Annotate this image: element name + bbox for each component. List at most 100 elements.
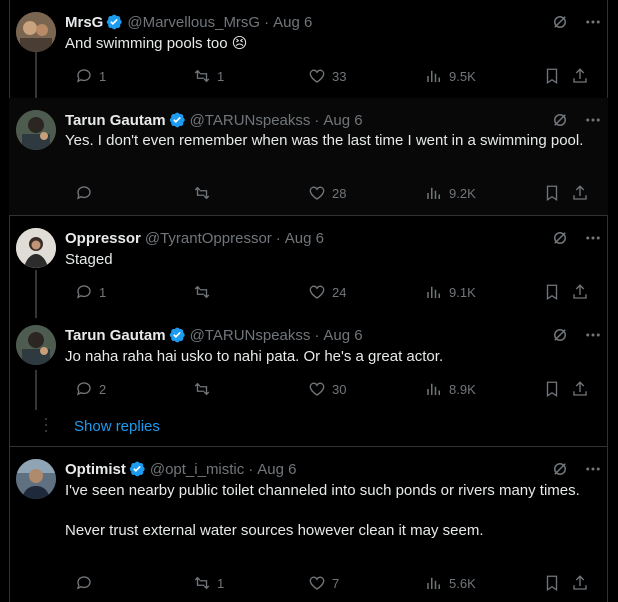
share-button[interactable]	[571, 573, 589, 593]
header-icons	[551, 229, 602, 247]
reply-count: 1	[99, 284, 107, 300]
more-icon[interactable]	[584, 229, 602, 247]
post-header: Tarun Gautam @TARUNspeakss · Aug 6	[65, 325, 606, 345]
divider	[9, 215, 608, 216]
thread-line	[35, 370, 37, 410]
reply-button[interactable]: 1	[75, 282, 106, 302]
post-text: I've seen nearby public toilet channeled…	[65, 482, 580, 539]
like-button[interactable]: 33	[308, 66, 346, 86]
share-button[interactable]	[571, 66, 589, 86]
post-header: MrsG @Marvellous_MrsG · Aug 6	[65, 12, 606, 32]
post-header: Optimist @opt_i_mistic · Aug 6	[65, 459, 606, 479]
like-count: 30	[332, 381, 347, 397]
view-count: 8.9K	[449, 381, 476, 397]
more-icon[interactable]	[584, 460, 602, 478]
post-header: Tarun Gautam @TARUNspeakss · Aug 6	[65, 110, 606, 130]
repost-button[interactable]	[193, 379, 217, 399]
author-handle[interactable]: @TARUNspeakss	[190, 327, 311, 344]
post-time[interactable]: Aug 6	[323, 112, 362, 129]
reply-button[interactable]: 1	[75, 66, 106, 86]
like-count: 7	[332, 575, 340, 591]
bookmark-button[interactable]	[543, 66, 561, 86]
author-name[interactable]: Tarun Gautam	[65, 112, 166, 129]
views-button[interactable]: 9.5K	[425, 66, 476, 86]
verified-badge-icon	[128, 460, 146, 478]
header-icons	[551, 326, 602, 344]
bookmark-button[interactable]	[543, 183, 561, 203]
view-count: 9.2K	[449, 185, 476, 201]
views-button[interactable]: 9.2K	[425, 183, 476, 203]
thread-line	[35, 270, 37, 318]
post-time[interactable]: Aug 6	[323, 327, 362, 344]
views-button[interactable]: 9.1K	[425, 282, 476, 302]
avatar[interactable]	[16, 459, 56, 499]
share-button[interactable]	[571, 282, 589, 302]
bookmark-button[interactable]	[543, 379, 561, 399]
author-handle[interactable]: @opt_i_mistic	[150, 461, 244, 478]
grok-icon[interactable]	[551, 13, 569, 31]
views-button[interactable]: 8.9K	[425, 379, 476, 399]
reply-button[interactable]	[75, 573, 99, 593]
views-button[interactable]: 5.6K	[425, 573, 476, 593]
verified-badge-icon	[168, 111, 186, 129]
post-text: Staged	[65, 251, 113, 268]
author-name[interactable]: Tarun Gautam	[65, 327, 166, 344]
bookmark-button[interactable]	[543, 573, 561, 593]
separator-dot: ·	[314, 326, 320, 344]
grok-icon[interactable]	[551, 229, 569, 247]
more-icon[interactable]	[584, 326, 602, 344]
like-button[interactable]: 30	[308, 379, 346, 399]
grok-icon[interactable]	[551, 111, 569, 129]
header-icons	[551, 460, 602, 478]
repost-button[interactable]: 1	[193, 66, 224, 86]
share-button[interactable]	[571, 183, 589, 203]
reply-button[interactable]	[75, 183, 99, 203]
verified-badge-icon	[168, 326, 186, 344]
repost-button[interactable]: 1	[193, 573, 224, 593]
verified-badge-icon	[105, 13, 123, 31]
like-button[interactable]: 24	[308, 282, 346, 302]
like-count: 24	[332, 284, 347, 300]
separator-dot: ·	[275, 229, 281, 247]
separator-dot: ·	[314, 111, 320, 129]
more-icon[interactable]	[584, 111, 602, 129]
author-handle[interactable]: @Marvellous_MrsG	[127, 14, 260, 31]
post-text: Yes. I don't even remember when was the …	[65, 132, 584, 149]
author-name[interactable]: Optimist	[65, 461, 126, 478]
avatar[interactable]	[16, 110, 56, 150]
repost-button[interactable]	[193, 183, 217, 203]
share-button[interactable]	[571, 379, 589, 399]
show-replies-link[interactable]: Show replies	[74, 418, 160, 435]
separator-dot: ·	[248, 460, 254, 478]
repost-count: 1	[217, 68, 225, 84]
bookmark-button[interactable]	[543, 282, 561, 302]
author-handle[interactable]: @TyrantOppressor	[145, 230, 272, 247]
avatar[interactable]	[16, 228, 56, 268]
post-time[interactable]: Aug 6	[285, 230, 324, 247]
action-bar: 1 24 9.1K	[65, 282, 590, 302]
author-name[interactable]: MrsG	[65, 14, 103, 31]
author-name[interactable]: Oppressor	[65, 230, 141, 247]
grok-icon[interactable]	[551, 460, 569, 478]
more-icon[interactable]	[584, 13, 602, 31]
repost-button[interactable]	[193, 282, 217, 302]
action-bar: 2 30 8.9K	[65, 379, 590, 399]
author-handle[interactable]: @TARUNspeakss	[190, 112, 311, 129]
action-bar: 1 1 33 9.5K	[65, 66, 590, 86]
divider	[9, 446, 608, 447]
repost-count: 1	[217, 575, 225, 591]
post-time[interactable]: Aug 6	[257, 461, 296, 478]
reply-count: 2	[99, 381, 107, 397]
reply-count: 1	[99, 68, 107, 84]
like-count: 28	[332, 185, 347, 201]
avatar[interactable]	[16, 325, 56, 365]
like-button[interactable]: 28	[308, 183, 346, 203]
grok-icon[interactable]	[551, 326, 569, 344]
thread-line	[35, 52, 37, 98]
like-button[interactable]: 7	[308, 573, 339, 593]
post-time[interactable]: Aug 6	[273, 14, 312, 31]
separator-dot: ·	[264, 13, 270, 31]
reply-button[interactable]: 2	[75, 379, 106, 399]
thread-continuation-dots	[45, 418, 47, 438]
avatar[interactable]	[16, 12, 56, 52]
